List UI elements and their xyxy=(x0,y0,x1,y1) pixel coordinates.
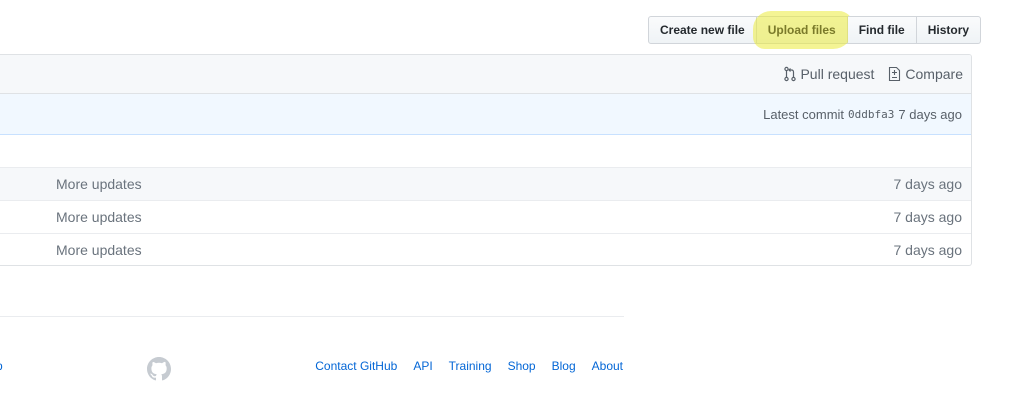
git-pull-request-icon xyxy=(784,66,797,82)
footer-divider xyxy=(0,316,624,317)
footer-link-training[interactable]: Training xyxy=(449,359,492,373)
footer-left-link[interactable]: p xyxy=(0,359,3,373)
diff-icon xyxy=(889,66,901,82)
upload-files-button[interactable]: Upload files xyxy=(752,11,853,49)
compare-link[interactable]: Compare xyxy=(888,66,963,82)
footer-link-api[interactable]: API xyxy=(413,359,432,373)
file-navigation-toolbar: Create new file Upload files Find file H… xyxy=(648,11,982,49)
footer-link-shop[interactable]: Shop xyxy=(508,359,536,373)
create-new-file-label: Create new file xyxy=(660,23,745,37)
commit-age: 7 days ago xyxy=(898,106,962,122)
compare-label: Compare xyxy=(905,66,963,82)
footer-link-blog[interactable]: Blog xyxy=(552,359,576,373)
pull-request-link[interactable]: Pull request xyxy=(784,66,874,82)
history-label: History xyxy=(927,23,970,37)
file-row: More updates 7 days ago xyxy=(0,234,971,265)
commit-sha-link[interactable]: 0ddbfa3 xyxy=(848,108,894,121)
latest-commit-bar: Latest commit 0ddbfa3 7 days ago xyxy=(0,94,971,135)
footer-link-contact[interactable]: Contact GitHub xyxy=(315,359,397,373)
file-row-empty xyxy=(0,135,971,168)
upload-files-label: Upload files xyxy=(767,23,836,37)
latest-commit-label: Latest commit xyxy=(763,106,845,122)
footer-links: Contact GitHub API Training Shop Blog Ab… xyxy=(299,359,623,373)
find-file-button[interactable]: Find file xyxy=(847,16,917,44)
file-age: 7 days ago xyxy=(893,209,963,225)
pull-request-label: Pull request xyxy=(800,66,875,82)
file-age: 7 days ago xyxy=(893,242,963,258)
file-age: 7 days ago xyxy=(893,176,963,192)
history-button[interactable]: History xyxy=(916,16,982,44)
commit-message-link[interactable]: More updates xyxy=(56,176,142,192)
commit-message-link[interactable]: More updates xyxy=(56,242,142,258)
create-new-file-button[interactable]: Create new file xyxy=(648,16,757,44)
file-row: More updates 7 days ago xyxy=(0,201,971,234)
footer-link-about[interactable]: About xyxy=(592,359,623,373)
file-row: More updates 7 days ago xyxy=(0,168,971,201)
file-table: Pull request Compare Latest commit 0ddbf… xyxy=(0,54,972,266)
compare-bar: Pull request Compare xyxy=(0,55,971,94)
find-file-label: Find file xyxy=(858,23,905,37)
github-mark-icon[interactable] xyxy=(147,357,171,386)
commit-message-link[interactable]: More updates xyxy=(56,209,142,225)
